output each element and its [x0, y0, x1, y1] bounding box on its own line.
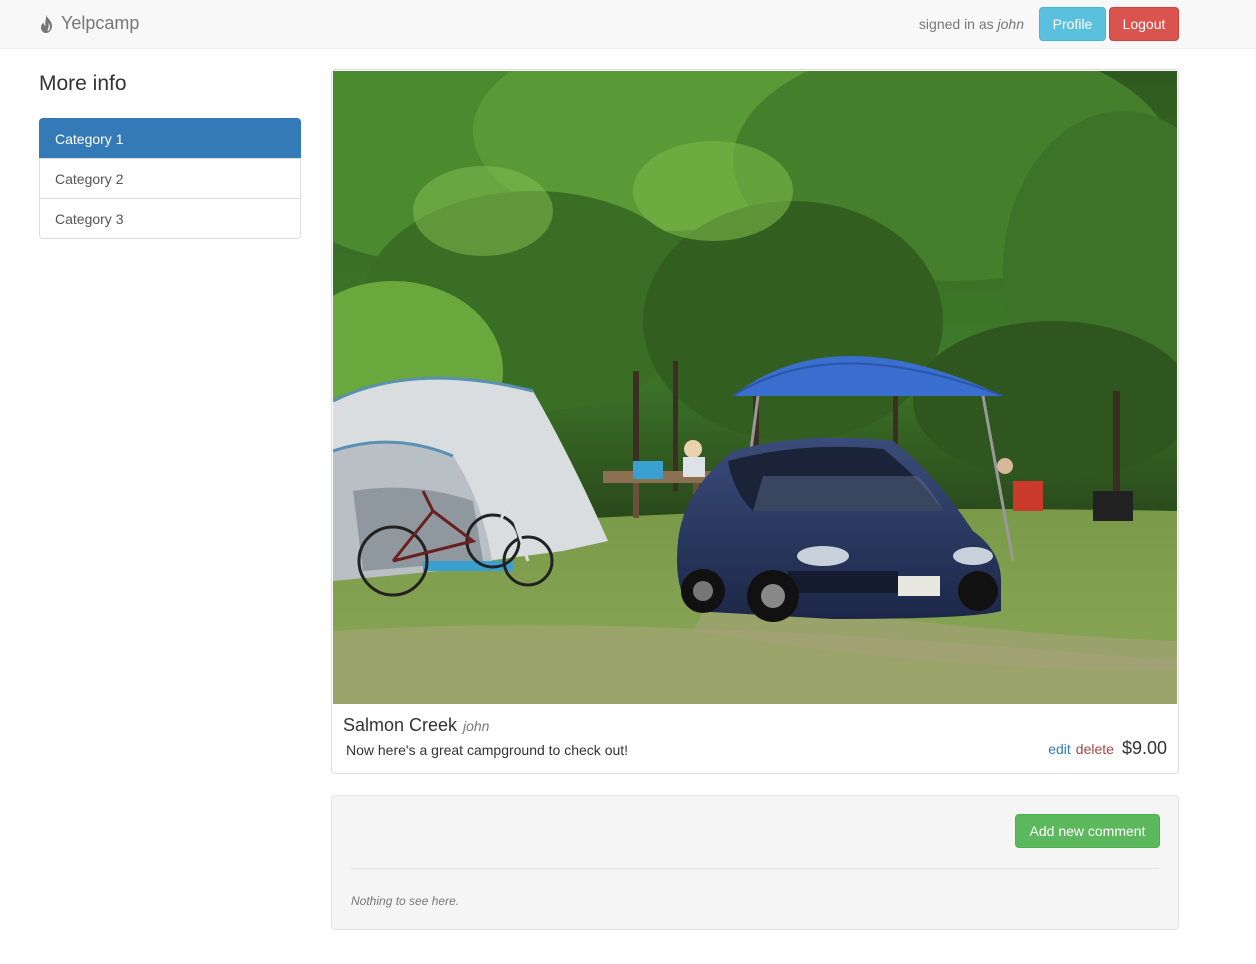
add-comment-button[interactable]: Add new comment [1015, 814, 1160, 848]
profile-button[interactable]: Profile [1039, 7, 1106, 41]
sidebar-heading: More info [39, 72, 127, 95]
category-item-1[interactable]: Category 1 [39, 118, 301, 159]
category-item-3[interactable]: Category 3 [39, 198, 301, 239]
fire-icon [39, 14, 55, 33]
brand-link[interactable]: Yelpcamp [39, 13, 139, 34]
comments-empty-message: Nothing to see here. [351, 894, 460, 908]
signed-in-status: signed in as john [919, 16, 1024, 32]
category-item-2[interactable]: Category 2 [39, 158, 301, 199]
campground-author: john [463, 718, 490, 734]
campground-actions: edit delete $9.00 [1048, 738, 1167, 759]
signed-in-prefix: signed in as [918, 16, 994, 32]
comments-panel: Add new comment Nothing to see here. [331, 795, 1179, 930]
campground-price: $9.00 [1121, 738, 1167, 758]
brand-label: Yelpcamp [61, 13, 140, 33]
campground-caption: Salmon Creek john Now here's a great cam… [333, 704, 1177, 772]
campground-photo [333, 71, 1177, 704]
category-list: Category 1 Category 2 Category 3 [39, 118, 301, 239]
signed-in-username: john [997, 16, 1024, 32]
comments-divider [351, 868, 1159, 869]
campground-name: Salmon Creek [343, 715, 458, 735]
navbar: Yelpcamp signed in as john Profile Logou… [0, 0, 1256, 49]
campground-description: Now here's a great campground to check o… [346, 742, 629, 758]
edit-link[interactable]: edit [1048, 741, 1071, 757]
campground-card: Salmon Creek john Now here's a great cam… [331, 69, 1179, 774]
delete-link[interactable]: delete [1076, 741, 1114, 757]
logout-button[interactable]: Logout [1109, 7, 1179, 41]
